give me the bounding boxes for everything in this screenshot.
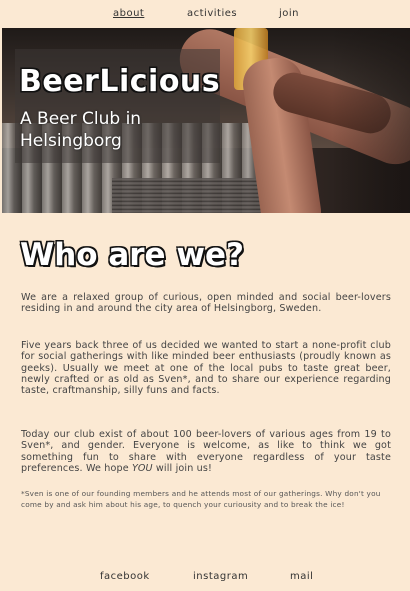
mail-link[interactable]: mail	[290, 571, 313, 582]
instagram-link[interactable]: instagram	[193, 571, 248, 582]
emphasis-you: YOU	[132, 462, 153, 474]
top-nav: about activities join	[0, 0, 410, 28]
intro-paragraph: We are a relaxed group of curious, open …	[21, 292, 391, 315]
nav-about-link[interactable]: about	[113, 8, 144, 19]
members-paragraph-end: will join us!	[152, 462, 213, 474]
hero-photo-shade	[332, 28, 410, 213]
members-paragraph: Today our club exist of about 100 beer-l…	[21, 429, 391, 474]
nav-activities-link[interactable]: activities	[187, 8, 237, 19]
footnote: *Sven is one of our founding members and…	[21, 489, 381, 509]
hero-banner: BeerLicious A Beer Club in Helsingborg	[2, 28, 410, 213]
history-paragraph: Five years back three of us decided we w…	[21, 340, 391, 397]
nav-join-link[interactable]: join	[279, 8, 299, 19]
brand-logo-text: BeerLicious	[19, 64, 221, 99]
hero-subtitle: A Beer Club in Helsingborg	[20, 109, 142, 151]
page-heading: Who are we?	[20, 237, 245, 273]
facebook-link[interactable]: facebook	[100, 571, 150, 582]
